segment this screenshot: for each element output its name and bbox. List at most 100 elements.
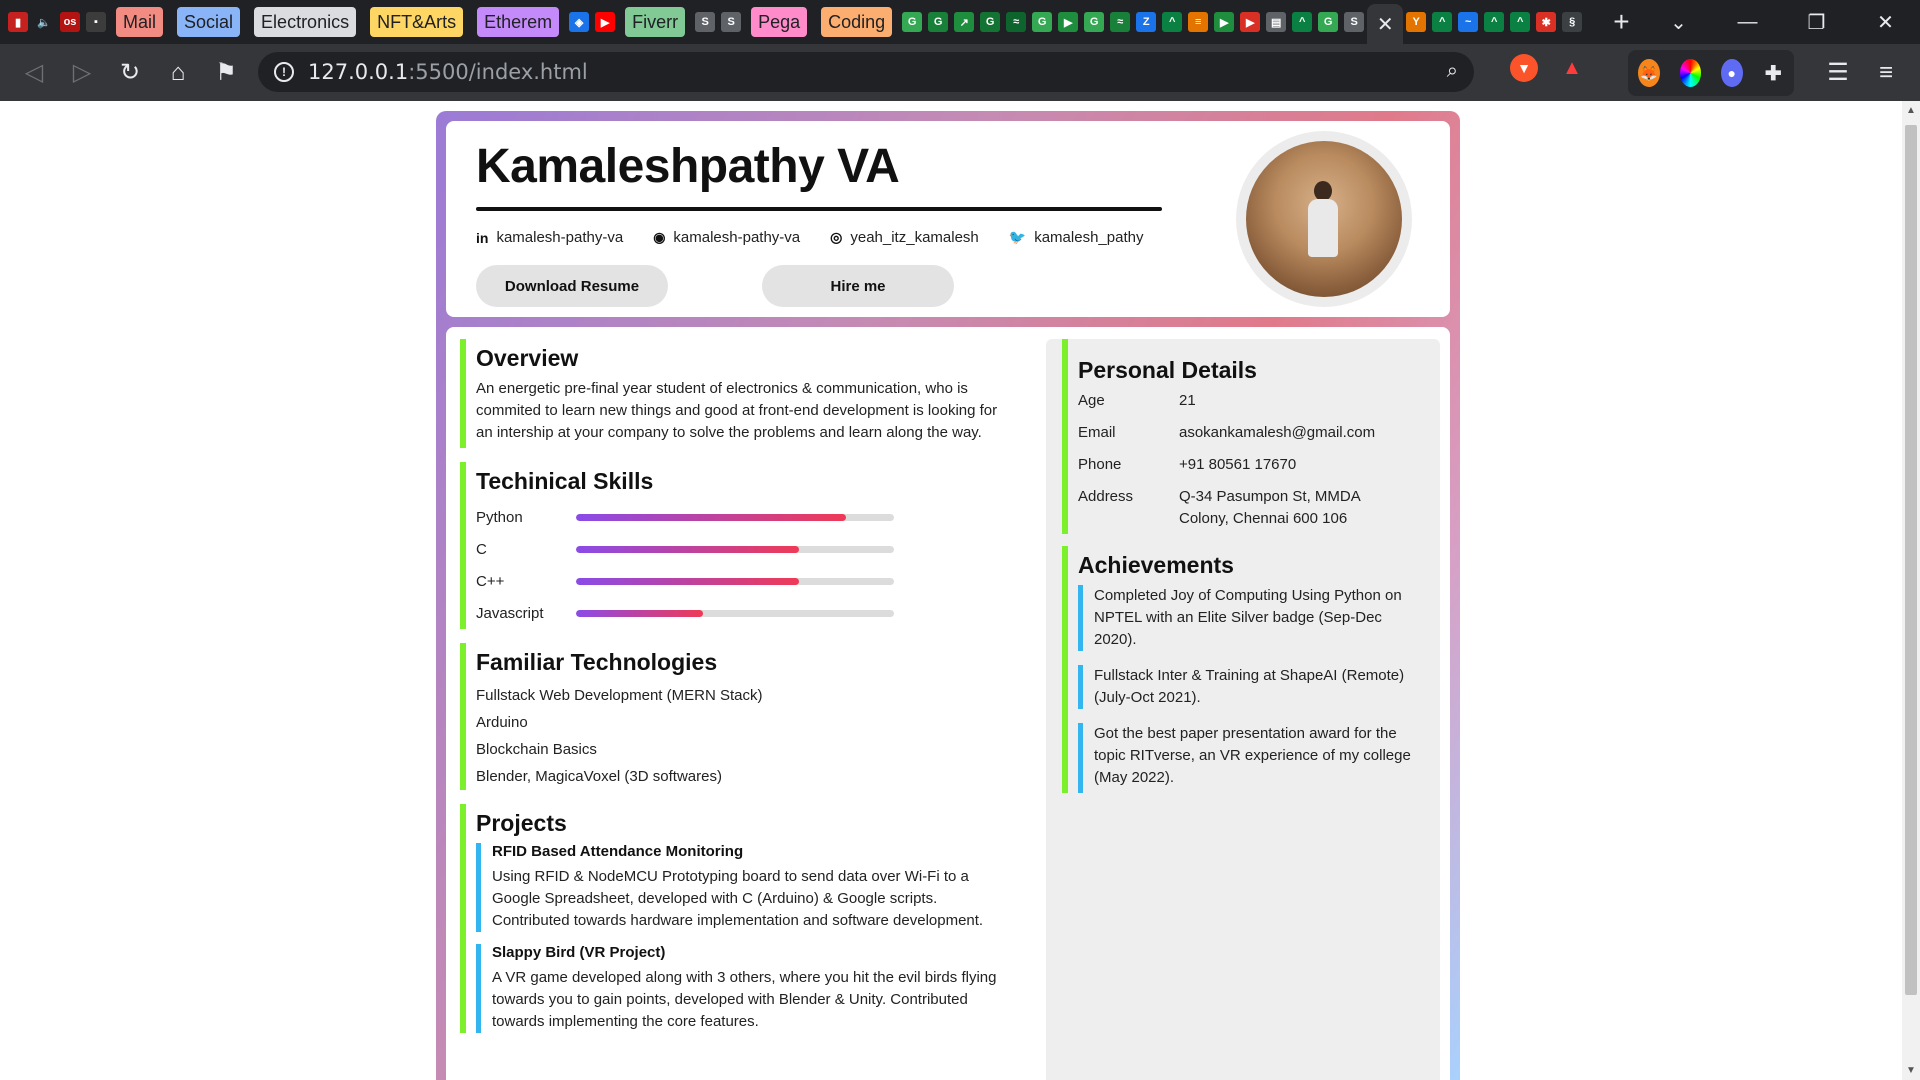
avatar <box>1246 141 1402 297</box>
pinned-tab-icon[interactable]: ^ <box>1510 12 1531 32</box>
hire-me-button[interactable]: Hire me <box>762 265 954 307</box>
social-handle: kamalesh-pathy-va <box>496 229 624 246</box>
url-text[interactable]: 127.0.0.1:5500/index.html <box>308 60 588 84</box>
forward-arrow-icon[interactable]: ▷ <box>58 49 106 97</box>
tab-close-icon[interactable]: ✕ <box>1367 4 1404 44</box>
close-window-icon[interactable]: ✕ <box>1851 10 1920 35</box>
vertical-scrollbar[interactable]: ▲ ▼ <box>1902 101 1920 1080</box>
pinned-tab-icon[interactable]: ▤ <box>1266 12 1287 32</box>
social-handle: kamalesh_pathy <box>1034 229 1144 246</box>
minimize-icon[interactable]: — <box>1713 11 1782 34</box>
pinned-tab-icon[interactable]: ^ <box>1292 12 1313 32</box>
menu-icon[interactable]: ≡ <box>1862 49 1910 97</box>
pinned-tab-icon[interactable]: ✱ <box>1536 12 1557 32</box>
pinned-tab-icon[interactable]: ▮ <box>8 12 28 32</box>
zoom-magnifier-icon[interactable]: ⌕ <box>1447 60 1458 83</box>
tab-group-electronics[interactable]: Electronics <box>254 7 357 37</box>
pinned-tab-icon[interactable]: S <box>695 12 716 32</box>
detail-label: Age <box>1078 392 1105 409</box>
skill-name: Javascript <box>476 604 544 622</box>
social-handle: yeah_itz_kamalesh <box>850 229 979 246</box>
pinned-tab-icon[interactable]: S <box>721 12 742 32</box>
project-title: RFID Based Attendance Monitoring <box>492 843 744 860</box>
social-linkedin[interactable]: in kamalesh-pathy-va <box>476 229 623 246</box>
social-instagram[interactable]: ◎ yeah_itz_kamalesh <box>830 229 979 246</box>
tab-search-chevron-icon[interactable]: ⌄ <box>1644 10 1713 35</box>
pinned-tab-icon[interactable]: G <box>928 12 949 32</box>
pinned-tab-icon[interactable]: ▶ <box>1058 12 1079 32</box>
tab-group-nft-arts[interactable]: NFT&Arts <box>370 7 464 37</box>
tab-group-mail[interactable]: Mail <box>116 7 164 37</box>
youtube-icon[interactable]: ▶ <box>595 12 616 32</box>
tab-group-pega[interactable]: Pega <box>751 7 808 37</box>
skill-bar <box>576 609 894 617</box>
pinned-tab-icon[interactable]: ▪ <box>86 12 106 32</box>
pinned-tab-icon[interactable]: ↗ <box>954 12 975 32</box>
skill-row: Javascript <box>476 597 1020 629</box>
browser-tab-strip: ▮ 🔈 os ▪ Mail Social Electronics NFT&Art… <box>0 0 1920 44</box>
social-github[interactable]: ◉ kamalesh-pathy-va <box>653 229 800 246</box>
page-title: Kamaleshpathy VA <box>476 140 900 193</box>
new-tab-plus-icon[interactable]: + <box>1613 8 1629 36</box>
social-handle: kamalesh-pathy-va <box>673 229 801 246</box>
pinned-tab-icon[interactable]: G <box>1032 12 1053 32</box>
skill-name: C++ <box>476 572 505 590</box>
tab-group-social[interactable]: Social <box>177 7 241 37</box>
pinned-tab-icon[interactable]: G <box>1084 12 1105 32</box>
pinned-tab-icon[interactable]: § <box>1562 12 1583 32</box>
pinned-tab-icon[interactable]: G <box>980 12 1001 32</box>
pinned-tab-icon[interactable]: Z <box>1136 12 1157 32</box>
avatar-figure <box>1308 199 1338 257</box>
pinned-tab-icon[interactable]: G <box>1318 12 1339 32</box>
metamask-fox-icon[interactable]: 🦊 <box>1638 59 1660 87</box>
site-info-icon[interactable]: ! <box>274 62 294 82</box>
brave-rewards-icon[interactable]: ▲ <box>1558 54 1586 82</box>
pinned-tab-icon[interactable]: ◈ <box>569 12 590 32</box>
social-twitter[interactable]: 🐦 kamalesh_pathy <box>1009 229 1144 246</box>
pinned-tab-icon[interactable]: G <box>902 12 923 32</box>
bookmark-icon[interactable]: ⚑ <box>202 49 250 97</box>
download-resume-button[interactable]: Download Resume <box>476 265 668 307</box>
extension-face-icon[interactable]: ● <box>1721 59 1743 87</box>
pinned-tab-icon[interactable]: os <box>60 12 80 32</box>
brave-shield-icon[interactable]: ▼ <box>1510 54 1538 82</box>
pinned-tab-icon[interactable]: ^ <box>1484 12 1505 32</box>
pinned-tab-icon[interactable]: ▶ <box>1214 12 1235 32</box>
pinned-tab-icon[interactable]: ≡ <box>1188 12 1209 32</box>
section-heading: Personal Details <box>1078 357 1257 383</box>
restore-icon[interactable]: ❐ <box>1782 10 1851 35</box>
address-bar[interactable]: ! 127.0.0.1:5500/index.html ⌕ <box>258 52 1474 92</box>
pinned-tab-icon[interactable]: ^ <box>1432 12 1453 32</box>
detail-row: Email asokankamalesh@gmail.com <box>1078 422 1440 444</box>
audio-icon[interactable]: 🔈 <box>34 12 54 32</box>
achievement-item: Fullstack Inter & Training at ShapeAI (R… <box>1078 665 1418 709</box>
project-card: Slappy Bird (VR Project) A VR game devel… <box>476 944 1020 1033</box>
color-picker-icon[interactable] <box>1679 59 1701 87</box>
reload-icon[interactable]: ↻ <box>106 49 154 97</box>
tab-group-fiverr[interactable]: Fiverr <box>625 7 686 37</box>
instagram-icon: ◎ <box>830 229 843 245</box>
pinned-tab-icon[interactable]: Y <box>1406 12 1427 32</box>
pinned-tab-icon[interactable]: S <box>1344 12 1365 32</box>
tab-group-etherem[interactable]: Etherem <box>477 7 560 37</box>
personal-details-section: Personal Details Age 21 Email asokankama… <box>1062 339 1440 534</box>
detail-value: 21 <box>1179 392 1196 409</box>
detail-value: Q-34 Pasumpon St, MMDA Colony, Chennai 6… <box>1179 488 1360 527</box>
home-icon[interactable]: ⌂ <box>154 49 202 97</box>
list-item: Blender, MagicaVoxel (3D softwares) <box>476 768 722 785</box>
puzzle-extensions-icon[interactable]: ✚ <box>1763 59 1785 87</box>
resume-card: Kamaleshpathy VA in kamalesh-pathy-va ◉ … <box>436 111 1460 1080</box>
scrollbar-thumb[interactable] <box>1905 125 1917 995</box>
reading-list-icon[interactable]: ☰ <box>1814 49 1862 97</box>
pinned-tab-icon[interactable]: ^ <box>1162 12 1183 32</box>
pinned-tab-icon[interactable]: ~ <box>1458 12 1479 32</box>
skill-bar <box>576 513 894 521</box>
pinned-tab-icon[interactable]: ≈ <box>1110 12 1131 32</box>
back-arrow-icon[interactable]: ◁ <box>10 49 58 97</box>
pinned-tab-icon[interactable]: ≈ <box>1006 12 1027 32</box>
skill-row: C++ <box>476 565 1020 597</box>
tab-group-coding[interactable]: Coding <box>821 7 893 37</box>
youtube-icon[interactable]: ▶ <box>1240 12 1261 32</box>
scroll-down-icon[interactable]: ▼ <box>1906 1065 1916 1076</box>
scroll-up-icon[interactable]: ▲ <box>1906 105 1916 116</box>
